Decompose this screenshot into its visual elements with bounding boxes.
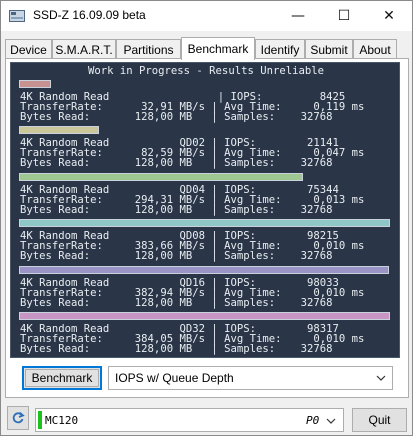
quit-button[interactable]: Quit (352, 408, 407, 432)
result-bar (19, 80, 51, 88)
close-button[interactable]: ✕ (366, 1, 412, 31)
benchmark-mode-select[interactable]: IOPS w/ Queue Depth (108, 366, 393, 390)
refresh-icon (12, 411, 25, 424)
benchmark-button[interactable]: Benchmark (22, 366, 102, 390)
tab-device[interactable]: Device (5, 39, 52, 59)
button-focus-frame (25, 369, 99, 387)
result-line-bytes: Bytes Read: 128,00 MB | Samples: 32768 (20, 111, 333, 123)
tab-identify[interactable]: Identify (255, 39, 305, 59)
tab-submit[interactable]: Submit (305, 39, 353, 59)
app-window: SSD-Z 16.09.09 beta — ☐ ✕ Device S.M.A.R… (0, 0, 413, 436)
result-bar (19, 126, 99, 134)
chevron-down-icon (326, 418, 336, 424)
result-bar (19, 312, 390, 320)
maximize-button[interactable]: ☐ (321, 1, 367, 31)
tab-strip: Device S.M.A.R.T. Partitions Benchmark I… (5, 37, 409, 60)
minimize-button[interactable]: — (275, 1, 321, 31)
window-title: SSD-Z 16.09.09 beta (33, 8, 146, 22)
drive-port: P0 (306, 414, 320, 427)
benchmark-results-panel: Work in Progress - Results Unreliable 4K… (10, 62, 400, 358)
tab-benchmark[interactable]: Benchmark (181, 37, 255, 60)
result-bar (19, 266, 389, 274)
work-in-progress-banner: Work in Progress - Results Unreliable (88, 65, 324, 77)
result-bar (19, 173, 303, 181)
tab-about[interactable]: About (353, 39, 397, 59)
app-drive-icon (9, 10, 25, 22)
result-line-bytes: Bytes Read: 128,00 MB | Samples: 32768 (20, 250, 333, 262)
tab-smart[interactable]: S.M.A.R.T. (52, 39, 116, 59)
result-line-bytes: Bytes Read: 128,00 MB | Samples: 32768 (20, 204, 333, 216)
result-line-bytes: Bytes Read: 128,00 MB | Samples: 32768 (20, 157, 333, 169)
benchmark-mode-value: IOPS w/ Queue Depth (115, 371, 234, 385)
tab-partitions[interactable]: Partitions (116, 39, 181, 59)
result-line-bytes: Bytes Read: 128,00 MB | Samples: 32768 (20, 343, 333, 355)
drive-status-indicator (38, 411, 42, 429)
refresh-drives-button[interactable] (7, 406, 29, 430)
result-bar (19, 219, 390, 227)
drive-select[interactable]: MC120 P0 (35, 408, 344, 432)
result-line-bytes: Bytes Read: 128,00 MB | Samples: 32768 (20, 297, 333, 309)
title-bar: SSD-Z 16.09.09 beta — ☐ ✕ (1, 1, 412, 31)
chevron-down-icon (376, 375, 386, 381)
drive-name: MC120 (45, 414, 79, 427)
